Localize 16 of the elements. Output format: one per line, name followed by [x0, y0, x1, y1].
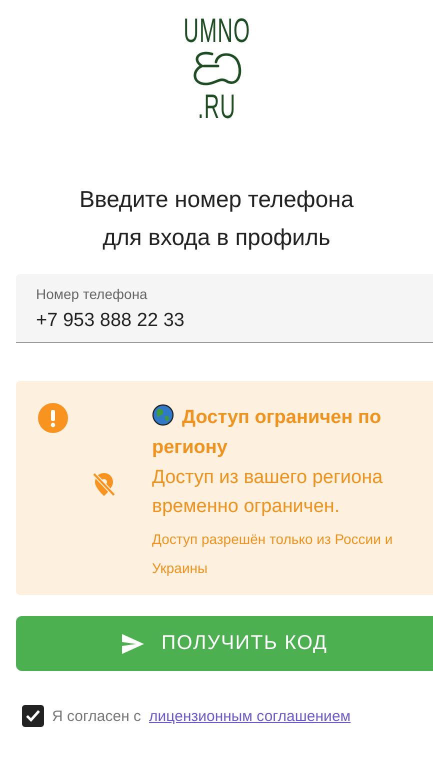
- agreement-text: Я согласен с: [52, 708, 142, 724]
- alert-title: Доступ ограничен по региону: [152, 403, 425, 463]
- agreement-checkbox[interactable]: [22, 705, 44, 727]
- get-code-button[interactable]: ПОЛУЧИТЬ КОД: [16, 616, 433, 671]
- alert-note: Доступ разрешён только из России и Украины: [152, 530, 394, 578]
- send-icon: [121, 632, 146, 654]
- license-link[interactable]: лицензионным соглашением: [149, 708, 351, 724]
- logo-text: .RU: [197, 90, 236, 124]
- warning-icon: [38, 403, 68, 433]
- page-heading: Введите номер телефона для входа в профиль: [78, 185, 355, 252]
- field-label: Номер телефона: [36, 286, 148, 302]
- logo-text: UMNO: [183, 14, 250, 48]
- alert-message: Доступ из вашего региона временно ограничен.: [152, 466, 384, 519]
- check-icon: [25, 708, 41, 724]
- globe-icon: [152, 404, 174, 426]
- location-off-icon: [92, 471, 116, 497]
